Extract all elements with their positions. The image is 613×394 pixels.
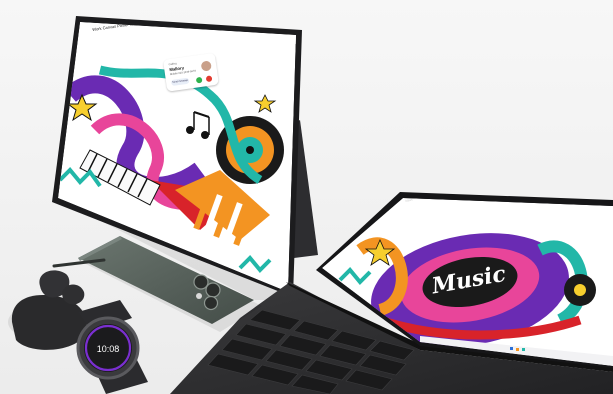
decline-call-button[interactable]	[205, 75, 213, 83]
avatar	[199, 59, 214, 73]
accept-call-button[interactable]	[195, 76, 203, 84]
scene-illustration: Music 10:08	[0, 0, 613, 394]
product-scene: Music 10:08 Work Canvas Poster Ideas Cal…	[0, 0, 613, 394]
watch-time: 10:08	[97, 344, 120, 354]
send-message-button[interactable]: Send message	[170, 77, 190, 87]
